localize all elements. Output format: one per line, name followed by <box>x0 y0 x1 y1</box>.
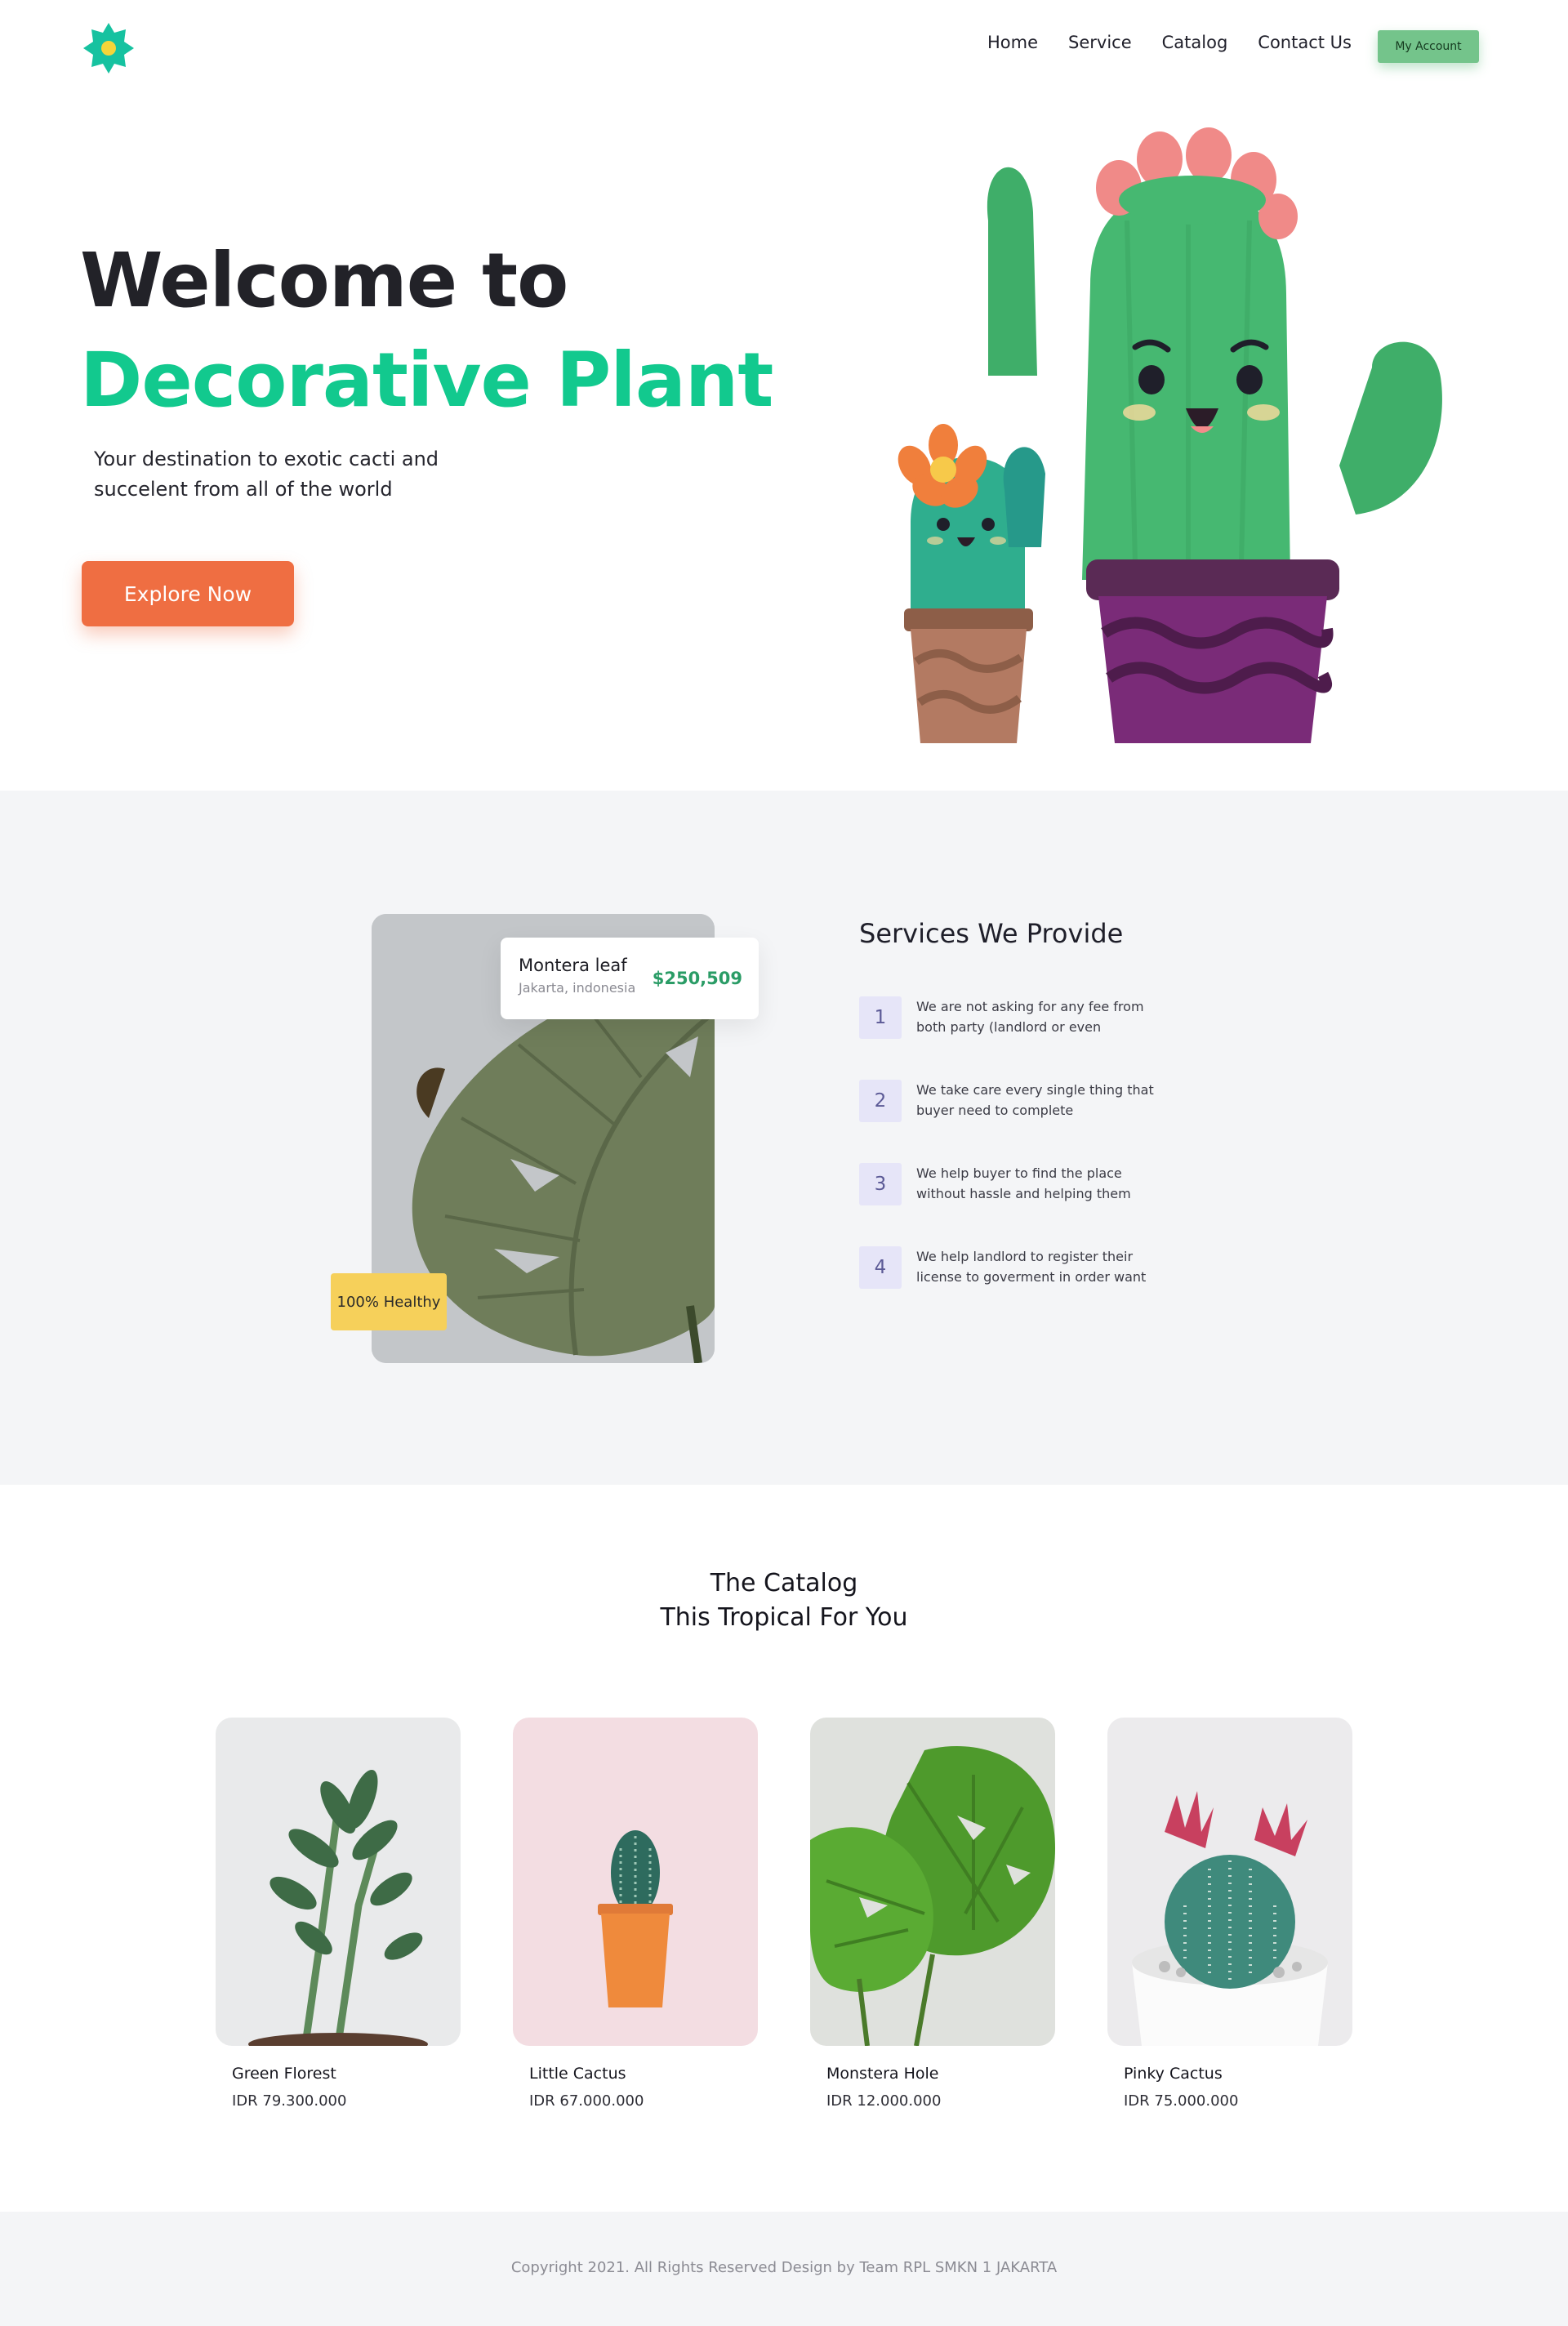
copyright-text: Copyright 2021. All Rights Reserved Desi… <box>510 2259 1058 2276</box>
cactus-illustration <box>898 127 1442 743</box>
services-title: Services We Provide <box>859 918 1124 949</box>
product-card-little-cactus[interactable]: Little Cactus IDR 67.000.000 <box>513 1718 758 2110</box>
featured-product-name: Montera leaf <box>519 956 627 975</box>
featured-product-card[interactable]: Montera leaf Jakarta, indonesia $250,509 <box>501 938 759 1019</box>
nav-link-catalog[interactable]: Catalog <box>1162 33 1228 52</box>
featured-product-price: $250,509 <box>652 969 742 988</box>
service-item: 2 We take care every single thing that b… <box>859 1080 1202 1163</box>
product-card-green-florest[interactable]: Green Florest IDR 79.300.000 <box>216 1718 461 2110</box>
service-item: 4 We help landlord to register their lic… <box>859 1246 1202 1330</box>
my-account-button[interactable]: My Account <box>1378 30 1479 63</box>
nav-links: Home Service Catalog Contact Us <box>987 33 1352 52</box>
product-image[interactable] <box>810 1718 1055 2046</box>
product-card-pinky-cactus[interactable]: Pinky Cactus IDR 75.000.000 <box>1107 1718 1352 2110</box>
service-text: We help landlord to register their licen… <box>916 1249 1147 1285</box>
product-image[interactable] <box>513 1718 758 2046</box>
service-text: We take care every single thing that buy… <box>916 1082 1154 1118</box>
service-item: 3 We help buyer to find the place withou… <box>859 1163 1202 1246</box>
service-text: We help buyer to find the place without … <box>916 1165 1131 1201</box>
product-name: Pinky Cactus <box>1124 2065 1223 2083</box>
product-price: IDR 67.000.000 <box>529 2092 644 2110</box>
services-section <box>0 791 1568 1485</box>
services-list: 1 We are not asking for any fee from bot… <box>859 996 1202 1330</box>
service-number: 1 <box>859 996 902 1039</box>
service-item: 1 We are not asking for any fee from bot… <box>859 996 1202 1080</box>
healthy-badge: 100% Healthy <box>331 1273 447 1330</box>
product-price: IDR 75.000.000 <box>1124 2092 1239 2110</box>
service-text: We are not asking for any fee from both … <box>916 999 1144 1035</box>
catalog-title-line2: This Tropical For You <box>660 1603 908 1632</box>
service-number: 3 <box>859 1163 902 1205</box>
product-price: IDR 12.000.000 <box>826 2092 942 2110</box>
hero-title-line1: Welcome to <box>80 237 568 324</box>
service-number: 2 <box>859 1080 902 1122</box>
product-price: IDR 79.300.000 <box>232 2092 347 2110</box>
pinky-cactus-illustration <box>1107 1718 1352 2046</box>
nav-link-home[interactable]: Home <box>987 33 1038 52</box>
featured-product-location: Jakarta, indonesia <box>519 980 636 996</box>
nav-link-service[interactable]: Service <box>1068 33 1132 52</box>
hero-subtitle: Your destination to exotic cacti and suc… <box>94 448 439 501</box>
product-card-monstera-hole[interactable]: Monstera Hole IDR 12.000.000 <box>810 1718 1055 2110</box>
product-name: Little Cactus <box>529 2065 626 2083</box>
little-cactus-illustration <box>513 1718 758 2046</box>
hero-title-line2: Decorative Plant <box>80 336 773 424</box>
zz-plant-illustration <box>216 1718 461 2046</box>
logo-flower-icon[interactable] <box>82 21 136 75</box>
catalog-title: The Catalog This Tropical For You <box>0 1566 1568 1635</box>
product-name: Green Florest <box>232 2065 336 2083</box>
nav-link-contact-us[interactable]: Contact Us <box>1258 33 1352 52</box>
monstera-plant-illustration <box>810 1718 1055 2046</box>
product-image[interactable] <box>216 1718 461 2046</box>
explore-now-button[interactable]: Explore Now <box>82 561 294 626</box>
product-image[interactable] <box>1107 1718 1352 2046</box>
service-number: 4 <box>859 1246 902 1289</box>
product-name: Monstera Hole <box>826 2065 939 2083</box>
catalog-title-line1: The Catalog <box>710 1569 858 1597</box>
top-navbar: Home Service Catalog Contact Us My Accou… <box>0 0 1568 98</box>
